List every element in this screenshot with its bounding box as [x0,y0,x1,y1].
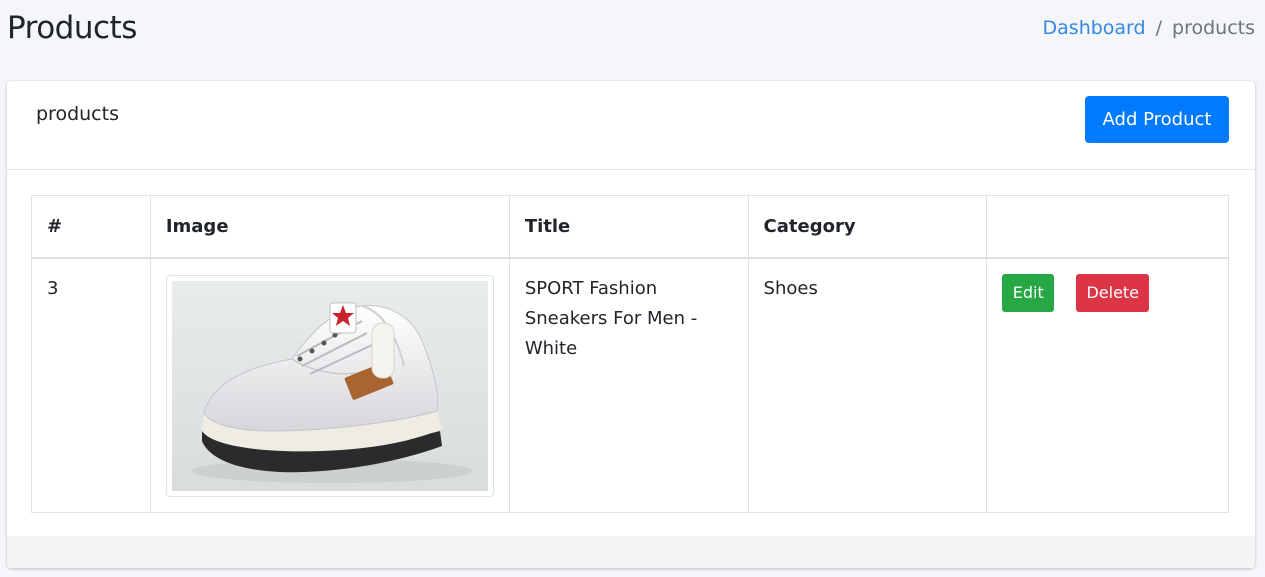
edit-button[interactable]: Edit [1002,273,1055,312]
cell-image [149,257,510,513]
column-header-image: Image [149,195,510,259]
shoe-image [171,280,488,491]
column-header-category: Category [747,195,988,259]
delete-button[interactable]: Delete [1076,273,1150,312]
column-header-actions [986,195,1229,259]
content-header: Products Dashboard / products [0,0,1265,70]
cell-category: Shoes [747,257,988,513]
product-thumbnail [165,274,494,497]
page-title: Products [7,10,137,46]
card-header: products Add Product [7,81,1255,170]
products-card: products Add Product # Image Title Categ… [7,81,1255,568]
cell-id: 3 [31,257,151,513]
breadcrumb-separator: / [1155,17,1163,39]
products-table: # Image Title Category 3 SPORT Fashion S… [31,195,1229,513]
table-header-row: # Image Title Category [31,195,1229,259]
card-footer [7,536,1255,568]
cell-actions: Edit Delete [986,257,1229,513]
breadcrumb-dashboard-link[interactable]: Dashboard [1043,17,1146,39]
card-title: products [36,103,119,125]
breadcrumb-current: products [1172,17,1255,39]
column-header-id: # [31,195,151,259]
breadcrumb: Dashboard / products [1043,17,1255,39]
cell-title: SPORT Fashion Sneakers For Men - White [508,257,749,513]
column-header-title: Title [508,195,749,259]
add-product-button[interactable]: Add Product [1085,96,1229,143]
table-row: 3 SPORT Fashion Sneakers For Men - White… [31,257,1229,513]
